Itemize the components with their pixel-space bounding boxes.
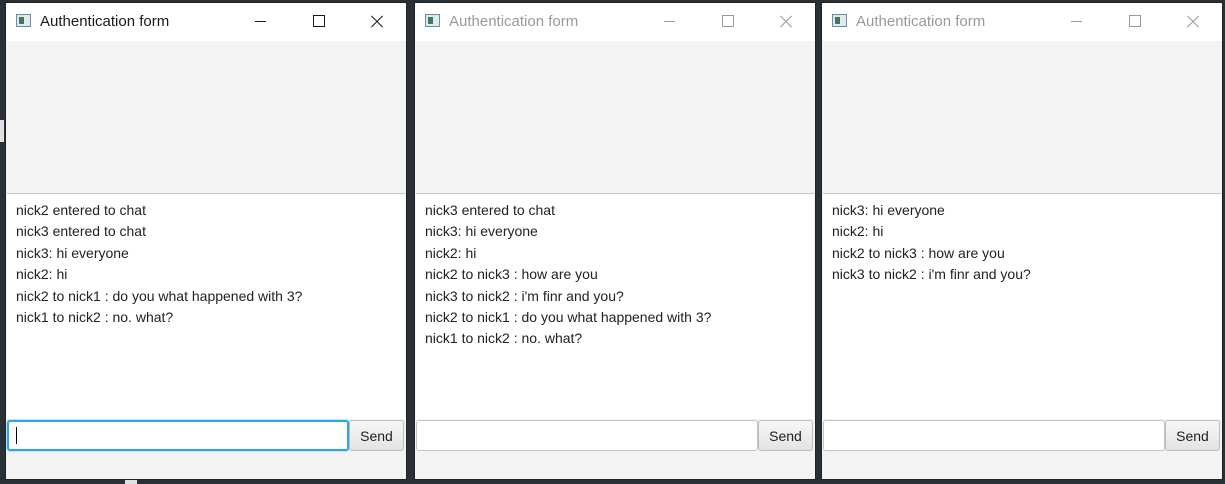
message-input[interactable] — [7, 420, 349, 451]
maximize-button[interactable] — [290, 3, 348, 41]
auth-panel — [822, 41, 1222, 192]
window-title: Authentication form — [856, 13, 986, 30]
chat-log[interactable]: nick2 entered to chat nick3 entered to c… — [7, 193, 405, 419]
title-bar[interactable]: Authentication form — [415, 3, 815, 41]
chat-message: nick2 to nick1 : do you what happened wi… — [425, 309, 712, 326]
message-input[interactable] — [416, 420, 758, 451]
message-composer: Send — [6, 420, 406, 452]
chat-message: nick2: hi — [425, 244, 477, 261]
close-button[interactable] — [757, 3, 815, 41]
send-button[interactable]: Send — [758, 420, 813, 451]
auth-panel — [6, 41, 406, 192]
chat-message: nick3 entered to chat — [16, 223, 146, 240]
chat-window-3: Authentication form nick3: hi everyone n… — [822, 3, 1222, 479]
chat-message: nick2: hi — [832, 223, 884, 240]
chat-window-2: Authentication form nick3 entered to cha… — [415, 3, 815, 479]
chat-message: nick1 to nick2 : no. what? — [425, 330, 583, 347]
minimize-icon — [664, 21, 675, 22]
message-composer: Send — [822, 420, 1222, 452]
minimize-button[interactable] — [641, 3, 699, 41]
maximize-icon — [722, 15, 734, 27]
send-button[interactable]: Send — [349, 420, 404, 451]
chat-message: nick3 to nick2 : i'm finr and you? — [832, 266, 1031, 283]
message-input[interactable] — [823, 420, 1165, 451]
window-title: Authentication form — [449, 13, 579, 30]
close-button[interactable] — [348, 3, 406, 41]
auth-panel — [415, 41, 815, 192]
minimize-button[interactable] — [232, 3, 290, 41]
chat-message: nick3: hi everyone — [16, 244, 129, 261]
title-bar[interactable]: Authentication form — [6, 3, 406, 41]
maximize-button[interactable] — [1106, 3, 1164, 41]
chat-window-1: Authentication form nick2 entered to cha… — [6, 3, 406, 479]
minimize-icon — [255, 21, 266, 22]
text-caret — [16, 427, 17, 444]
minimize-icon — [1071, 21, 1082, 22]
chat-message: nick3: hi everyone — [425, 223, 538, 240]
desktop-fragment — [0, 120, 4, 142]
close-button[interactable] — [1164, 3, 1222, 41]
chat-message: nick3: hi everyone — [832, 202, 945, 218]
maximize-button[interactable] — [699, 3, 757, 41]
maximize-icon — [1129, 15, 1141, 27]
chat-message: nick2 to nick3 : how are you — [425, 266, 598, 283]
app-window-icon — [832, 14, 847, 27]
chat-message: nick3 entered to chat — [425, 202, 555, 218]
chat-log[interactable]: nick3 entered to chat nick3: hi everyone… — [416, 193, 814, 419]
minimize-button[interactable] — [1048, 3, 1106, 41]
chat-message: nick3 to nick2 : i'm finr and you? — [425, 287, 624, 304]
close-icon — [1186, 15, 1200, 29]
app-window-icon — [16, 14, 31, 27]
close-icon — [779, 15, 793, 29]
chat-message: nick2: hi — [16, 266, 68, 283]
send-button[interactable]: Send — [1165, 420, 1220, 451]
window-title: Authentication form — [40, 13, 170, 30]
chat-message: nick1 to nick2 : no. what? — [16, 309, 174, 326]
chat-message: nick2 entered to chat — [16, 202, 146, 218]
app-window-icon — [425, 14, 440, 27]
title-bar[interactable]: Authentication form — [822, 3, 1222, 41]
maximize-icon — [313, 15, 325, 27]
close-icon — [370, 15, 384, 29]
chat-message: nick2 to nick3 : how are you — [832, 244, 1005, 261]
chat-message: nick2 to nick1 : do you what happened wi… — [16, 287, 303, 304]
chat-log[interactable]: nick3: hi everyone nick2: hi nick2 to ni… — [823, 193, 1221, 419]
message-composer: Send — [415, 420, 815, 452]
